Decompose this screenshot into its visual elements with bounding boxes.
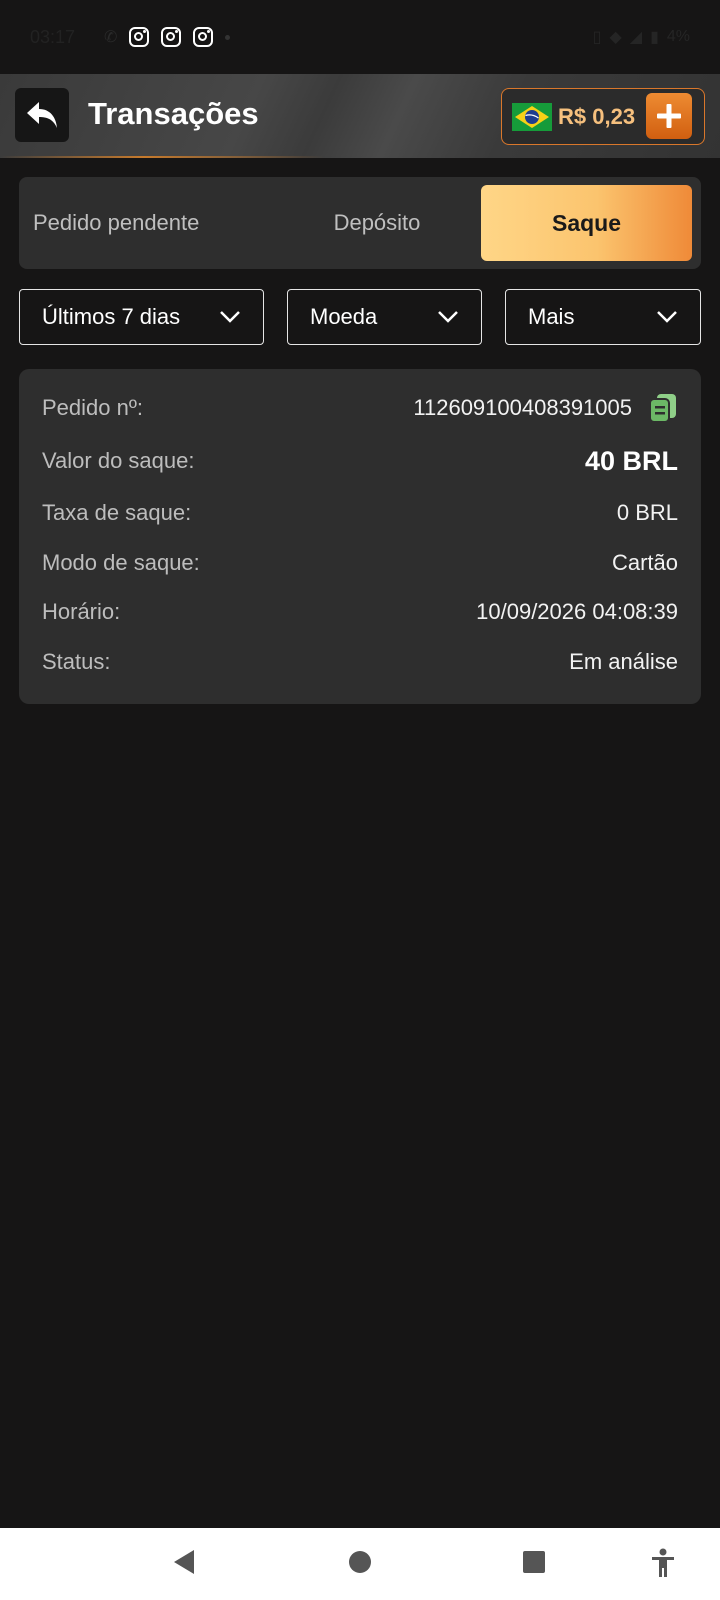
transaction-type-tabs: Pedido pendente Depósito Saque — [19, 177, 701, 269]
order-number-label: Pedido nº: — [42, 395, 143, 420]
back-arrow-icon — [27, 102, 57, 128]
withdraw-amount-label: Valor do saque: — [42, 448, 195, 473]
notification-icon: ✆ — [104, 29, 118, 46]
home-nav-button[interactable] — [348, 1548, 372, 1581]
tab-deposit[interactable]: Depósito — [264, 185, 490, 261]
transaction-card: Pedido nº: 112609100408391005 Valor do s… — [19, 369, 701, 704]
time-row: Horário: 10/09/2026 04:08:39 — [42, 592, 678, 632]
withdraw-mode-row: Modo de saque: Cartão — [42, 543, 678, 583]
withdraw-mode-value: Cartão — [611, 550, 678, 575]
more-filter-dropdown[interactable]: Mais — [505, 289, 701, 345]
withdraw-amount-row: Valor do saque: 40 BRL — [42, 441, 678, 481]
vibrate-icon: ▯ — [592, 29, 602, 46]
more-notifications-icon — [225, 34, 231, 40]
page-title: Transações — [88, 96, 259, 131]
withdraw-amount-value: 40 BRL — [584, 445, 678, 476]
app-header: Transações R$ 0,23 — [0, 74, 720, 158]
chevron-down-icon — [438, 311, 458, 323]
period-filter-dropdown[interactable]: Últimos 7 dias — [19, 289, 264, 345]
order-number-value: 112609100408391005 — [413, 395, 632, 420]
withdraw-mode-label: Modo de saque: — [42, 550, 200, 575]
tab-withdraw[interactable]: Saque — [481, 185, 692, 261]
deposit-add-button[interactable] — [646, 93, 692, 139]
back-button[interactable] — [15, 88, 69, 142]
brazil-flag-icon — [512, 99, 552, 135]
copy-icon[interactable] — [648, 393, 678, 423]
recents-nav-button[interactable] — [522, 1548, 546, 1581]
battery-icon: ▮ — [650, 29, 659, 46]
balance-amount: R$ 0,23 — [558, 103, 636, 129]
time-value: 10/09/2026 04:08:39 — [476, 599, 678, 624]
back-nav-button[interactable] — [172, 1548, 196, 1581]
balance-widget[interactable]: R$ 0,23 — [501, 88, 705, 145]
instagram-icon — [129, 27, 150, 47]
notification-icons: ✆ — [104, 27, 231, 47]
chevron-down-icon — [220, 311, 240, 323]
instagram-icon — [161, 27, 182, 47]
chevron-down-icon — [657, 311, 677, 323]
plus-icon — [657, 104, 681, 128]
battery-level: 4% — [666, 28, 690, 45]
withdraw-fee-row: Taxa de saque: 0 BRL — [42, 493, 678, 533]
currency-filter-label: Moeda — [310, 304, 378, 329]
wifi-icon: ◆ — [609, 29, 622, 46]
period-filter-label: Últimos 7 dias — [42, 304, 181, 329]
status-value: Em análise — [569, 649, 678, 674]
accessibility-icon — [652, 1548, 674, 1577]
system-icons: ▯ ◆ ◢ ▮ 4% — [593, 27, 690, 47]
instagram-icon — [193, 27, 214, 47]
recents-square-icon — [523, 1551, 545, 1573]
status-label: Status: — [42, 649, 111, 674]
order-number-row: Pedido nº: 112609100408391005 — [42, 388, 678, 428]
system-navigation-bar — [0, 1528, 720, 1600]
withdraw-fee-value: 0 BRL — [616, 500, 678, 525]
currency-filter-dropdown[interactable]: Moeda — [287, 289, 482, 345]
status-row: Status: Em análise — [42, 642, 678, 682]
signal-icon: ◢ — [629, 29, 643, 46]
home-circle-icon — [349, 1551, 371, 1573]
withdraw-fee-label: Taxa de saque: — [42, 500, 192, 525]
back-triangle-icon — [174, 1550, 194, 1574]
accessibility-nav-button[interactable] — [650, 1548, 676, 1583]
status-bar: 03:17 ✆ ▯ ◆ ◢ ▮ 4% — [0, 0, 720, 74]
tab-pending-orders[interactable]: Pedido pendente — [19, 185, 245, 261]
time-label: Horário: — [42, 599, 121, 624]
more-filter-label: Mais — [528, 304, 575, 329]
status-time: 03:17 — [30, 26, 76, 47]
